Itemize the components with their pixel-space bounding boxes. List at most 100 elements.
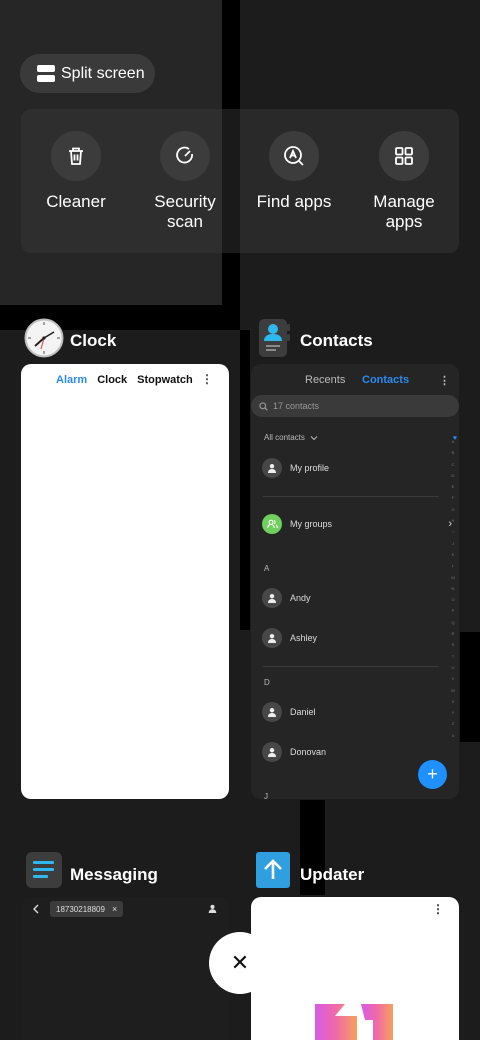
person-icon [262,628,282,648]
qa-label: Cleaner [46,192,106,211]
messaging-app-icon [26,852,62,893]
trash-icon [51,131,101,181]
updater-app-title[interactable]: Updater [300,865,364,885]
search-icon [259,401,268,411]
tab-clock: Clock [97,374,128,386]
person-icon [262,588,282,608]
contact-name: Donovan [290,747,327,757]
index-letter: Z [451,721,455,727]
divider [263,666,439,667]
tab-contacts: Contacts [362,374,410,386]
person-icon [262,702,282,722]
back-arrow-icon [33,904,39,914]
shield-scan-icon [160,131,210,181]
index-letter: N [451,585,455,591]
chevron-down-icon [310,435,318,440]
security-scan-button[interactable]: Security scan [135,131,235,232]
index-letter: H [451,518,455,524]
close-icon: × [111,904,118,914]
close-all-button[interactable]: ✕ [209,932,271,994]
miui-logo-icon [315,1004,393,1040]
split-screen-button[interactable]: Split screen [20,54,155,93]
group-icon [262,514,282,534]
messaging-app-title[interactable]: Messaging [70,865,158,885]
contacts-app-title[interactable]: Contacts [300,331,373,351]
messaging-preview-card[interactable]: 18730218809 × [21,897,229,1040]
find-apps-button[interactable]: Find apps [244,131,344,212]
manage-apps-button[interactable]: Manage apps [354,131,454,232]
person-icon [208,904,217,913]
contacts-filter: All contacts [264,433,318,442]
contact-name: Andy [290,593,311,603]
split-screen-label: Split screen [61,64,145,82]
tab-alarm: Alarm [56,374,88,386]
add-contact-button: + [418,760,447,789]
background-block [460,632,480,742]
filter-label: All contacts [264,433,305,442]
divider [263,496,439,497]
updater-preview-card[interactable]: ⋮ [251,897,459,1040]
section-letter: D [264,678,270,687]
search-placeholder: 17 contacts [273,401,320,411]
person-icon [262,742,282,762]
index-letter: M [451,574,455,580]
clock-app-title[interactable]: Clock [70,331,116,351]
clock-app-icon [24,318,64,363]
background-block [240,330,250,630]
updater-app-icon [256,852,290,893]
list-item-contact: Donovan [262,742,326,762]
index-letter: T [451,653,455,659]
qa-label: scan [167,212,203,231]
close-icon: ✕ [230,950,250,975]
recipient-chip: 18730218809 × [50,901,124,917]
more-options-icon: ⋮ [432,902,444,916]
index-letter: P [451,608,455,614]
section-letter: A [264,564,270,573]
index-letter: # [451,732,455,738]
index-letter: E [451,484,455,490]
list-item-my-groups: My groups › [262,514,452,534]
qa-label: Find apps [256,192,332,211]
contact-name: Ashley [290,633,318,643]
index-letter: U [451,664,455,670]
alphabet-index: A B C D E F G H I J K L M N O P Q R S T U V W X Y Z # [450,436,456,741]
recipient-number: 18730218809 [56,904,105,914]
list-item-contact: Andy [262,588,311,608]
cleaner-button[interactable]: Cleaner [26,131,126,212]
qa-label: Security [154,192,216,211]
clock-preview-card[interactable]: Alarm Clock Stopwatch ⋮ [21,364,229,799]
index-letter: K [451,551,455,557]
index-letter: F [451,495,455,501]
qa-label: Manage [373,192,435,211]
index-letter: A [451,439,455,444]
contacts-preview-card[interactable]: Recents Contacts ⋮ 17 contacts All conta… [251,364,459,799]
index-letter: L [451,563,455,569]
contacts-app-icon [256,318,292,363]
contacts-search-field: 17 contacts [251,395,459,417]
index-letter: Y [451,710,455,716]
qa-label: apps [385,212,423,231]
more-options-icon: ⋮ [201,372,213,386]
list-item-my-profile: My profile [262,458,329,478]
index-letter: O [451,597,455,603]
contact-name: My profile [290,463,330,473]
list-item-contact: Daniel [262,702,316,722]
index-letter: R [451,631,455,637]
split-screen-icon [37,65,55,82]
grid-icon [379,131,429,181]
quick-actions-panel: Cleaner Security scan Find apps Manage a… [21,109,459,253]
person-icon [262,458,282,478]
index-letter: X [451,698,455,704]
section-letter: J [264,792,268,799]
index-letter: V [451,676,455,682]
index-letter: D [451,472,455,478]
index-letter: W [451,687,455,693]
index-letter: C [451,461,455,467]
tab-recents: Recents [305,374,346,386]
more-options-icon: ⋮ [439,375,450,387]
tab-stopwatch: Stopwatch [137,374,193,386]
index-letter: S [451,642,455,648]
index-letter: I [452,529,454,535]
index-letter: G [451,506,455,512]
search-apps-icon [269,131,319,181]
